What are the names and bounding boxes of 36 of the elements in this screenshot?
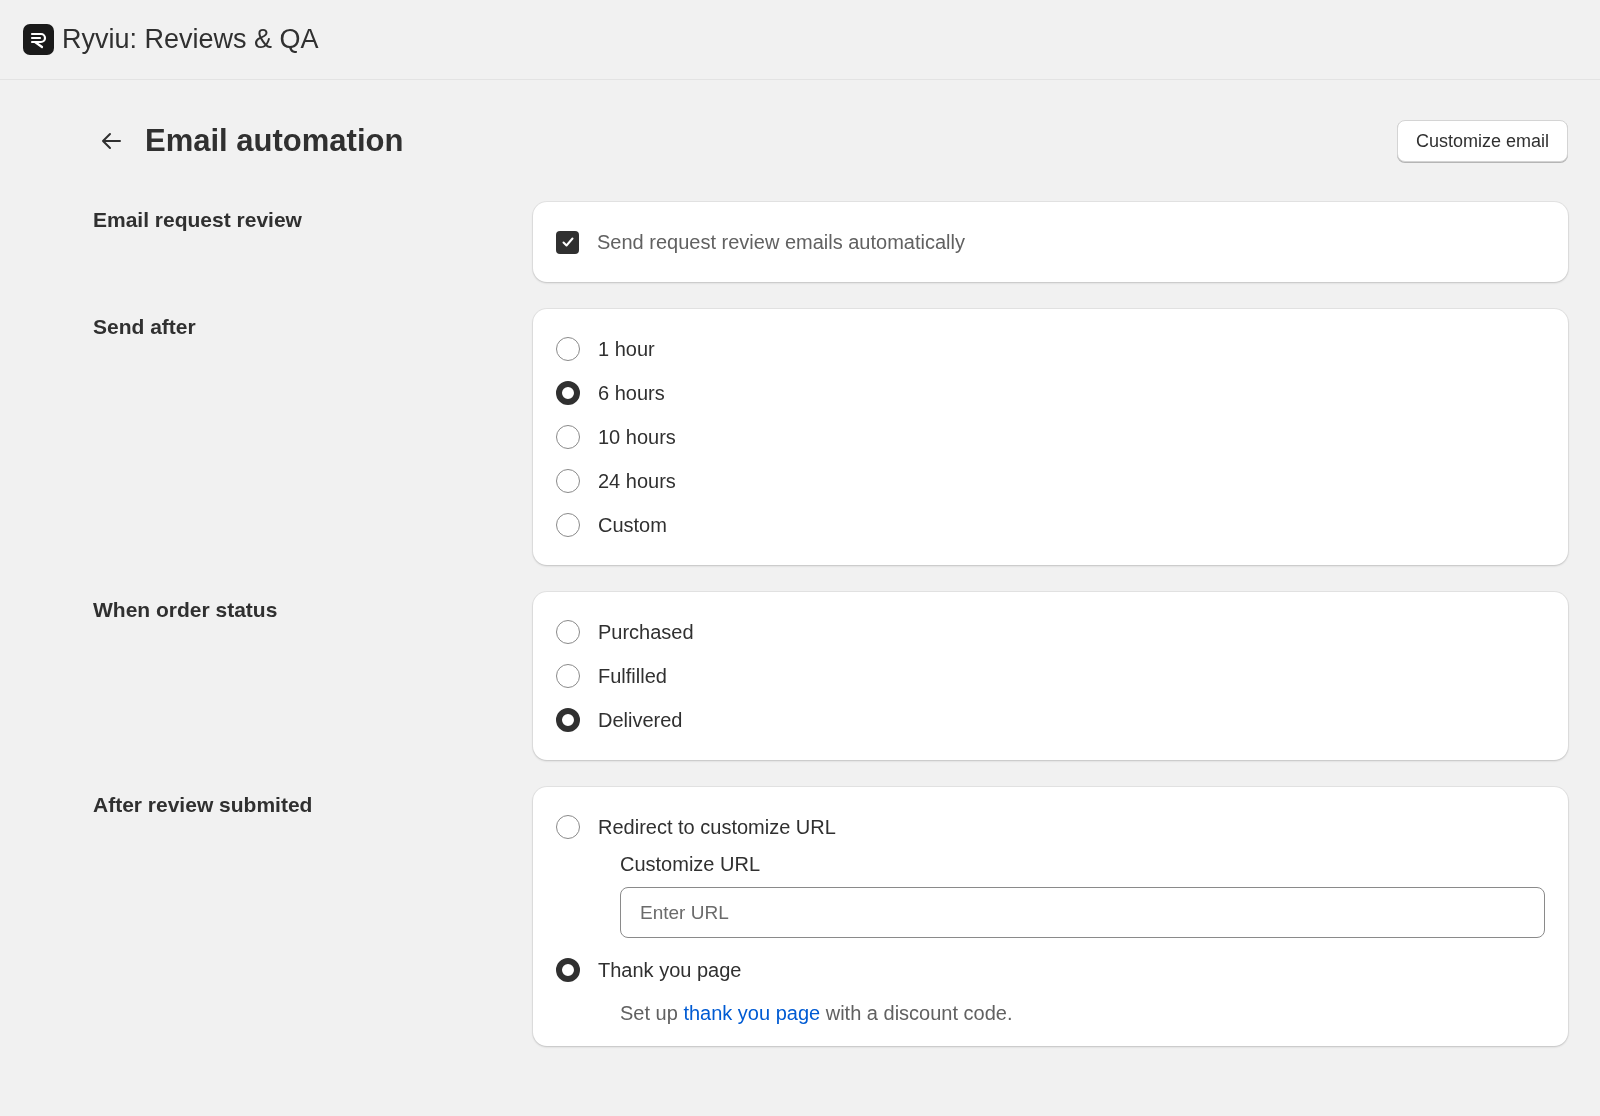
section-label: When order status <box>93 598 278 621</box>
option-label: Fulfilled <box>598 664 667 689</box>
section-label: Send after <box>93 315 196 338</box>
checkmark-icon <box>560 235 575 249</box>
option-label: 1 hour <box>598 337 655 362</box>
help-text: Set up thank you page with a discount code. <box>620 1001 1014 1026</box>
radio-button[interactable] <box>556 381 580 405</box>
thank-you-page-link[interactable]: thank you page <box>683 1002 821 1024</box>
app-title: Ryviu: Reviews & QA <box>62 23 319 57</box>
checkbox[interactable] <box>556 230 579 254</box>
radio-button[interactable] <box>556 425 580 449</box>
option-label: 6 hours <box>598 381 665 406</box>
radio-button[interactable] <box>556 664 580 688</box>
option-label: 24 hours <box>598 469 676 494</box>
section-label: Email request review <box>93 208 302 231</box>
app-logo-icon <box>23 24 54 55</box>
option-label: Custom <box>598 513 667 538</box>
page-title: Email automation <box>145 121 404 160</box>
option-label: Thank you page <box>598 958 742 983</box>
option-label: Delivered <box>598 708 683 733</box>
customize-email-button[interactable]: Customize email <box>1396 120 1568 162</box>
url-input-field[interactable]: Enter URL <box>620 887 1545 938</box>
option-label: Purchased <box>598 620 694 645</box>
radio-button[interactable] <box>556 337 580 361</box>
radio-button[interactable] <box>556 708 580 732</box>
section-label: After review submited <box>93 793 313 816</box>
option-label: 10 hours <box>598 425 676 450</box>
field-label: Customize URL <box>620 852 762 877</box>
radio-button[interactable] <box>556 469 580 493</box>
option-label: Redirect to customize URL <box>598 815 836 840</box>
option-label: Send request review emails automatically <box>597 230 965 255</box>
radio-button[interactable] <box>556 958 580 982</box>
radio-button[interactable] <box>556 620 580 644</box>
radio-button[interactable] <box>556 513 580 537</box>
radio-button[interactable] <box>556 815 580 839</box>
back-arrow-icon <box>100 132 122 150</box>
